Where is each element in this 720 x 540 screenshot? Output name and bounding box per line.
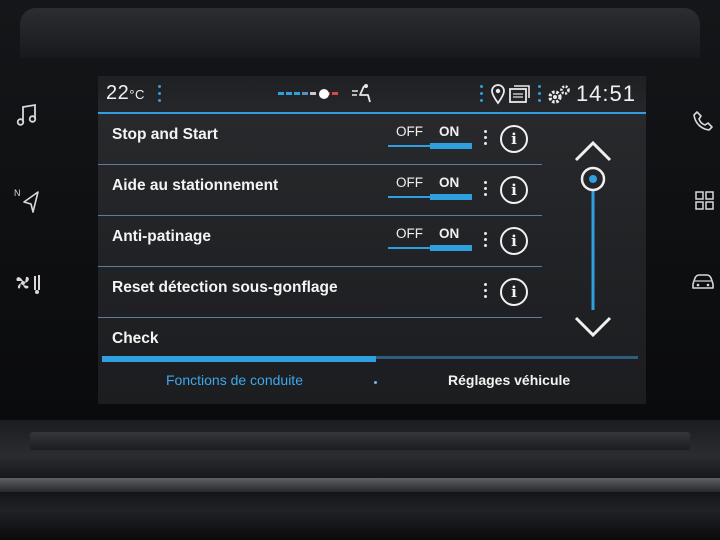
row-label: Stop and Start xyxy=(112,126,218,143)
toggle-on-label: ON xyxy=(439,175,460,190)
temperature-unit: °C xyxy=(129,87,145,102)
toggle-thumb xyxy=(430,194,472,200)
chrome-trim xyxy=(30,432,690,450)
navigation-key[interactable]: N xyxy=(10,184,44,218)
scroll-control xyxy=(564,132,622,342)
temperature-value: 22 xyxy=(106,82,130,104)
settings-gears-icon[interactable] xyxy=(546,84,572,106)
toggle-off-label: OFF xyxy=(396,124,423,139)
music-key[interactable] xyxy=(10,98,44,132)
toggle-on-label: ON xyxy=(439,226,460,241)
fan-level-knob xyxy=(319,89,329,99)
climate-fan-icon xyxy=(16,275,40,294)
location-pin-icon[interactable] xyxy=(490,83,506,105)
apps-key[interactable] xyxy=(688,184,720,218)
touchscreen: 22°C 14:51 Stop and Start OFF ON i Aide … xyxy=(98,76,646,404)
airflow-seat-icon[interactable] xyxy=(350,83,374,105)
settings-row-stop-start[interactable]: Stop and Start OFF ON i xyxy=(98,114,542,165)
settings-menu-dots[interactable] xyxy=(538,85,542,103)
row-label: Check xyxy=(112,330,159,347)
toggle-off-label: OFF xyxy=(396,226,423,241)
music-note-icon xyxy=(16,103,37,126)
bezel-highlight xyxy=(20,8,700,58)
row-menu-dots[interactable] xyxy=(484,181,487,199)
car-icon xyxy=(692,274,714,289)
tab-active-indicator xyxy=(102,356,376,362)
tab-driving-functions[interactable]: Fonctions de conduite xyxy=(166,372,303,388)
settings-row-parking-aid[interactable]: Aide au stationnement OFF ON i xyxy=(98,165,542,216)
svg-text:N: N xyxy=(14,188,21,198)
toggle-on-label: ON xyxy=(439,124,460,139)
scroll-thumb-dot xyxy=(589,175,597,183)
silver-trim xyxy=(0,478,720,492)
apps-grid-icon xyxy=(695,191,714,210)
navigation-icon: N xyxy=(14,188,39,213)
info-button[interactable]: i xyxy=(500,227,528,255)
vehicle-key[interactable] xyxy=(686,264,720,298)
settings-row-tyre-reset[interactable]: Reset détection sous-gonflage i xyxy=(98,267,542,318)
row-label: Anti-patinage xyxy=(112,228,212,245)
clock: 14:51 xyxy=(575,81,636,106)
row-label: Aide au stationnement xyxy=(112,177,279,194)
row-menu-dots[interactable] xyxy=(484,232,487,250)
temperature-menu-dots[interactable] xyxy=(158,85,162,103)
settings-row-traction-control[interactable]: Anti-patinage OFF ON i xyxy=(98,216,542,267)
phone-key[interactable] xyxy=(686,104,720,138)
row-menu-dots[interactable] xyxy=(484,283,487,301)
tab-vehicle-settings[interactable]: Réglages véhicule xyxy=(448,372,570,388)
toggle-thumb xyxy=(430,245,472,251)
row-label: Reset détection sous-gonflage xyxy=(112,279,338,296)
toggle-off-label: OFF xyxy=(396,175,423,190)
info-button[interactable]: i xyxy=(500,125,528,153)
traction-control-toggle[interactable]: OFF ON xyxy=(388,226,472,254)
climate-key[interactable] xyxy=(12,266,46,300)
settings-list: Stop and Start OFF ON i Aide au stationn… xyxy=(98,114,542,368)
status-bar: 22°C 14:51 xyxy=(98,76,646,114)
toggle-thumb xyxy=(430,143,472,149)
stop-start-toggle[interactable]: OFF ON xyxy=(388,124,472,152)
fan-level-icon[interactable] xyxy=(278,92,344,96)
phone-icon xyxy=(693,111,713,131)
cards-icon[interactable] xyxy=(508,83,532,105)
scrollbar-graphic xyxy=(574,140,612,338)
cabin-temperature[interactable]: 22°C xyxy=(106,82,145,105)
tab-bar: Fonctions de conduite Réglages véhicule xyxy=(102,356,638,402)
scroll-down-icon[interactable] xyxy=(574,316,612,338)
info-button[interactable]: i xyxy=(500,176,528,204)
row-menu-dots[interactable] xyxy=(484,130,487,148)
tab-separator xyxy=(374,381,377,384)
parking-aid-toggle[interactable]: OFF ON xyxy=(388,175,472,203)
scroll-up-icon[interactable] xyxy=(574,140,612,162)
info-button[interactable]: i xyxy=(500,278,528,306)
status-menu-dots[interactable] xyxy=(480,85,484,103)
